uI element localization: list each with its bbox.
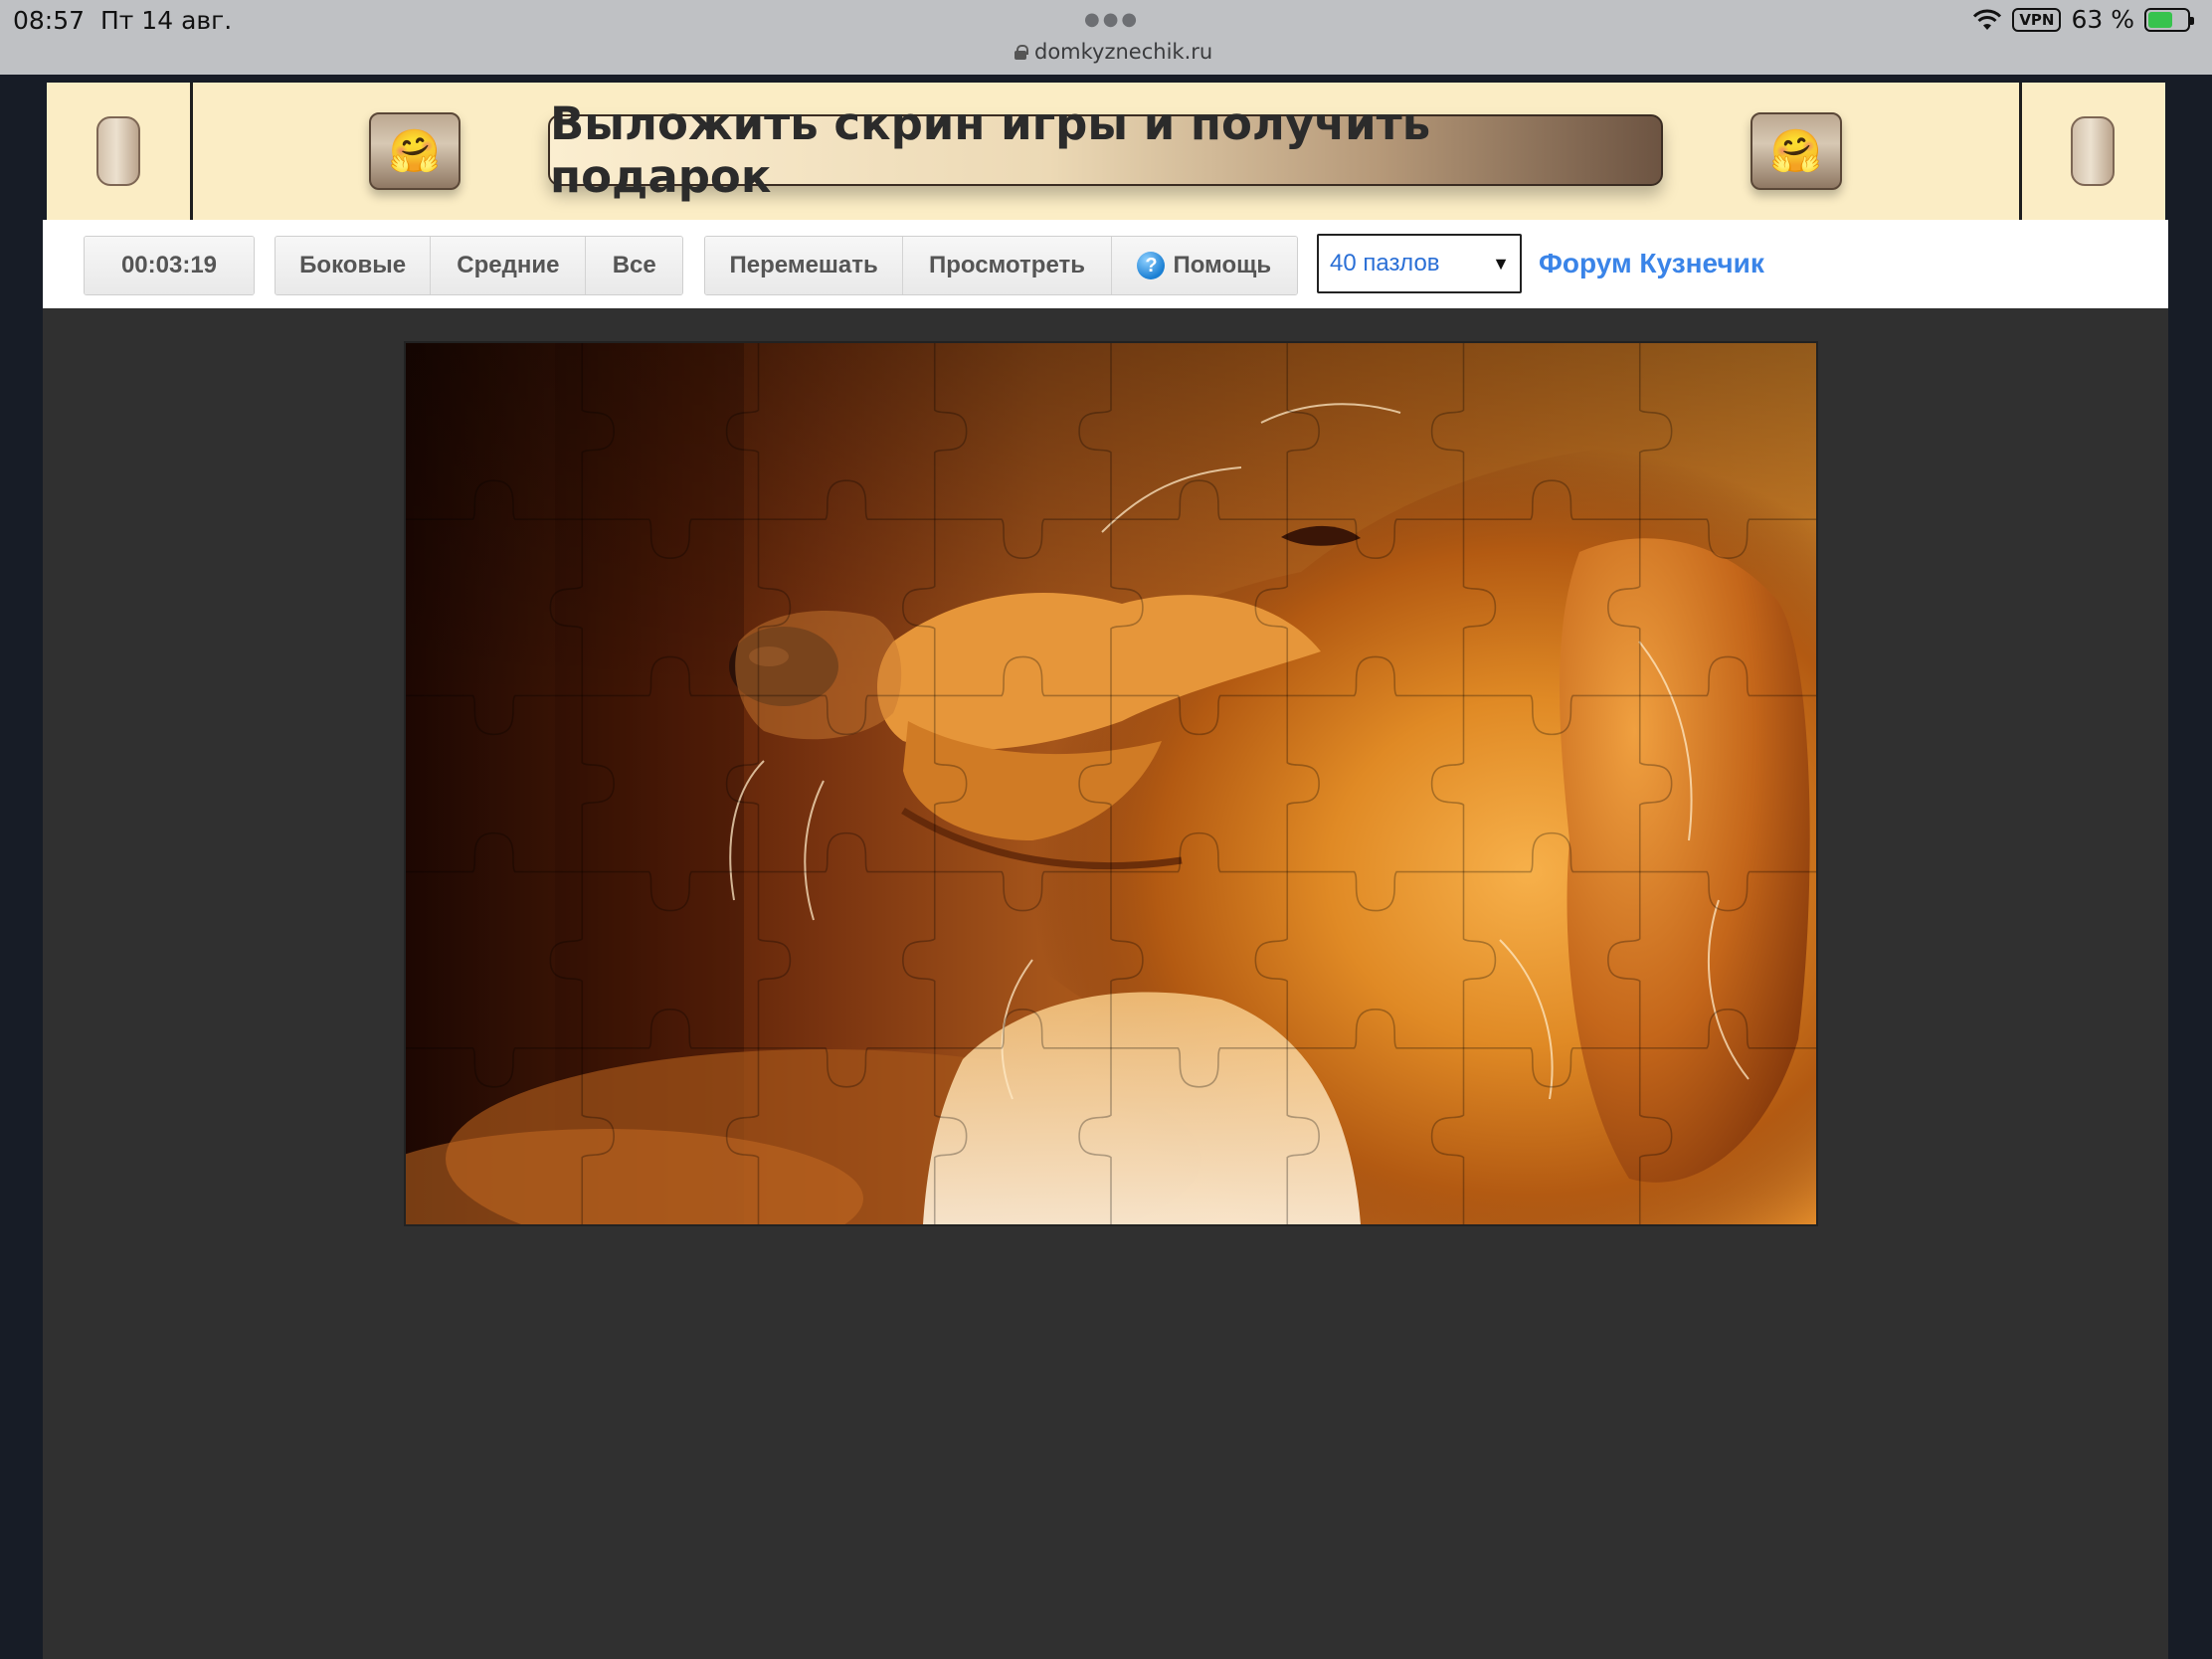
more-dots-icon[interactable]: ●●● (1084, 9, 1140, 30)
puzzle-toolbar: 00:03:19 Боковые Средние Все Перемешать … (43, 220, 2168, 308)
edge-pieces-button[interactable]: Боковые (276, 237, 432, 294)
piece-count-select[interactable]: 40 пазлов ▼ (1317, 234, 1522, 293)
puzzle-image (406, 343, 1816, 1224)
piece-count-value: 40 пазлов (1330, 250, 1440, 276)
battery-icon (2144, 7, 2194, 32)
post-screenshot-get-gift-button[interactable]: Выложить скрин игры и получить подарок (548, 97, 1663, 203)
banner-divider (190, 83, 193, 220)
help-label: Помощь (1173, 252, 1272, 278)
help-button[interactable]: ? Помощь (1111, 237, 1297, 294)
banner-side-pill-right (2071, 116, 2115, 186)
timer-box: 00:03:19 (84, 236, 255, 295)
all-pieces-button[interactable]: Все (586, 237, 682, 294)
filter-button-group: Боковые Средние Все (275, 236, 683, 295)
shuffle-button[interactable]: Перемешать (705, 237, 904, 294)
puzzle-board[interactable] (406, 343, 1816, 1224)
action-button-group: Перемешать Просмотреть ? Помощь (704, 236, 1298, 295)
page-background (0, 75, 2212, 83)
address-bar[interactable]: domkyznechik.ru (1014, 40, 1212, 64)
ios-status-bar: 08:57 Пт 14 авг. ●●● domkyznechik.ru VPN… (0, 0, 2212, 75)
banner-divider (2019, 83, 2022, 220)
middle-pieces-button[interactable]: Средние (431, 237, 587, 294)
timer-display: 00:03:19 (85, 237, 254, 294)
forum-link[interactable]: Форум Кузнечик (1539, 248, 1764, 279)
battery-percent: 63 % (2071, 5, 2134, 34)
hugging-face-emoji-icon-left[interactable]: 🤗 (369, 112, 461, 190)
banner-side-pill-left (96, 116, 140, 186)
status-indicators: VPN 63 % (1972, 5, 2194, 34)
wifi-icon (1973, 9, 2002, 30)
vpn-badge: VPN (2012, 7, 2062, 32)
help-icon: ? (1137, 252, 1166, 279)
status-date: Пт 14 авг. (100, 6, 233, 35)
address-url: domkyznechik.ru (1034, 40, 1213, 64)
lock-icon (1014, 44, 1028, 60)
game-area (43, 308, 2168, 1659)
status-time: 08:57 (13, 6, 86, 35)
promo-banner: 🤗 Выложить скрин игры и получить подарок… (47, 83, 2165, 220)
preview-button[interactable]: Просмотреть (903, 237, 1112, 294)
dropdown-caret-icon: ▼ (1492, 254, 1510, 274)
hugging-face-emoji-icon-right[interactable]: 🤗 (1751, 112, 1842, 190)
